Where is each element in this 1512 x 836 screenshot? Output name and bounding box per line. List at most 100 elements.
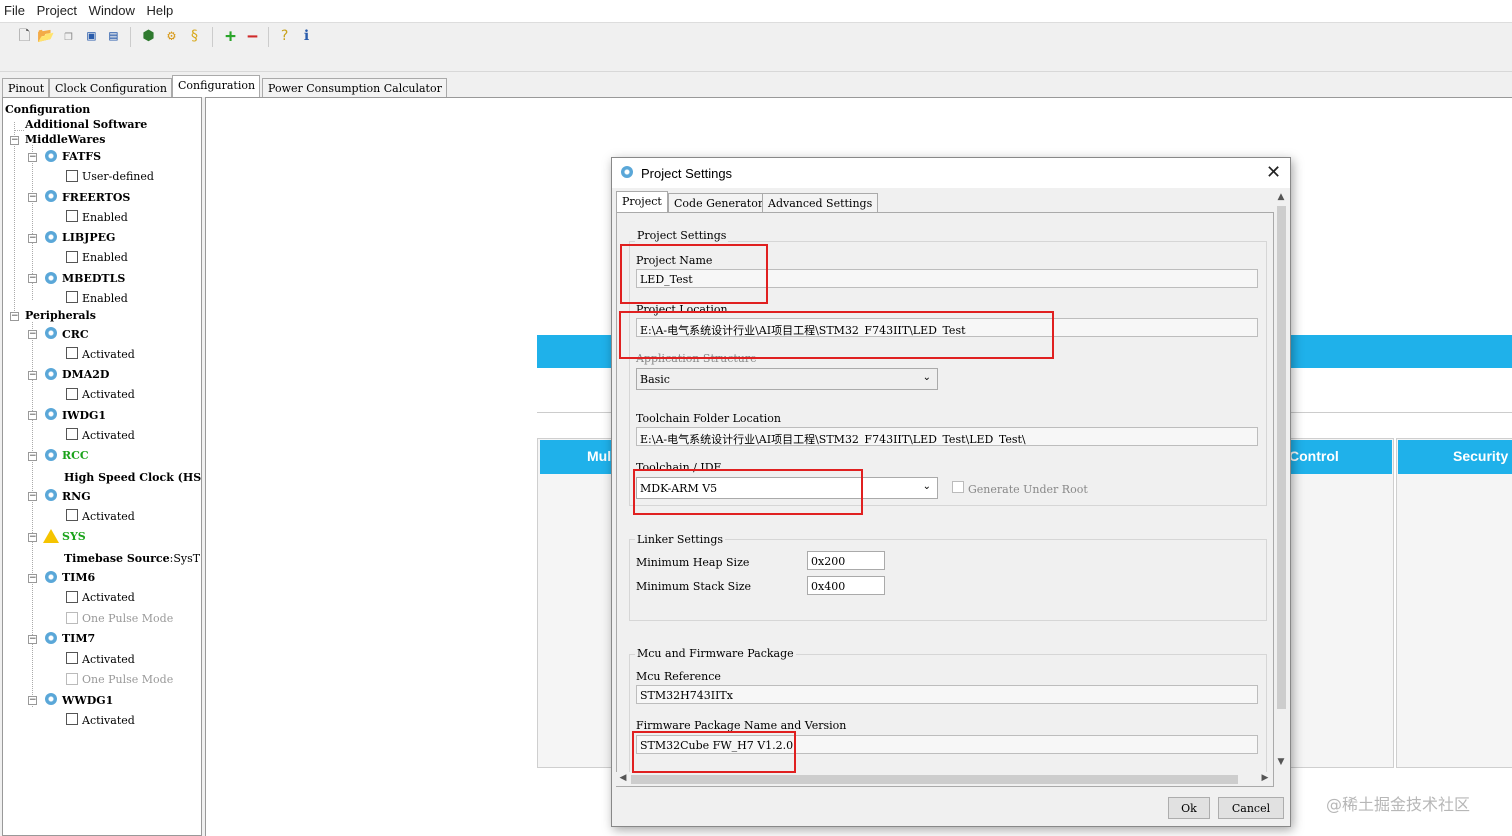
- tree-wwdg1[interactable]: WWDG1: [62, 694, 113, 708]
- generate-under-root-checkbox[interactable]: [952, 481, 964, 493]
- chevron-down-icon: ⌄: [922, 481, 931, 492]
- tree-rng[interactable]: RNG: [62, 490, 91, 504]
- collapse-iwdg1-icon[interactable]: −: [28, 411, 37, 420]
- tab-code-generator[interactable]: Code Generator: [668, 193, 770, 212]
- project-location-field[interactable]: E:\A-电气系统设计行业\AI项目工程\STM32_F743IIT\LED_T…: [636, 318, 1258, 337]
- cancel-button[interactable]: Cancel: [1218, 797, 1284, 819]
- collapse-freertos-icon[interactable]: −: [28, 193, 37, 202]
- tim6-one-pulse-checkbox[interactable]: [66, 612, 78, 624]
- firmware-package-field[interactable]: STM32Cube FW_H7 V1.2.0: [636, 735, 1258, 754]
- crc-checkbox[interactable]: [66, 347, 78, 359]
- application-structure-select[interactable]: Basic ⌄: [636, 368, 938, 390]
- tree-rcc[interactable]: RCC: [62, 449, 89, 463]
- scroll-right-icon[interactable]: ▶: [1258, 773, 1272, 783]
- gear-icon: [45, 231, 57, 243]
- tree-iwdg1[interactable]: IWDG1: [62, 409, 106, 423]
- toolchain-ide-value: MDK-ARM V5: [640, 482, 718, 495]
- copy-icon[interactable]: ❐: [60, 28, 77, 45]
- collapse-fatfs-icon[interactable]: −: [28, 153, 37, 162]
- tab-power-consumption-calculator[interactable]: Power Consumption Calculator: [262, 78, 447, 97]
- tree-mbedtls[interactable]: MBEDTLS: [62, 272, 125, 286]
- add-icon[interactable]: +: [222, 28, 239, 46]
- heap-size-field[interactable]: 0x200: [807, 551, 885, 570]
- toolchain-folder-field[interactable]: E:\A-电气系统设计行业\AI项目工程\STM32_F743IIT\LED_T…: [636, 427, 1258, 446]
- tree-fatfs[interactable]: FATFS: [62, 150, 101, 164]
- iwdg1-checkbox[interactable]: [66, 428, 78, 440]
- collapse-rcc-icon[interactable]: −: [28, 452, 37, 461]
- project-name-field[interactable]: LED_Test: [636, 269, 1258, 288]
- tab-configuration[interactable]: Configuration: [172, 75, 261, 97]
- tree-freertos[interactable]: FREERTOS: [62, 191, 130, 205]
- collapse-mbedtls-icon[interactable]: −: [28, 274, 37, 283]
- rng-option-label: Activated: [82, 510, 135, 523]
- collapse-dma2d-icon[interactable]: −: [28, 371, 37, 380]
- collapse-tim7-icon[interactable]: −: [28, 635, 37, 644]
- close-icon[interactable]: ✕: [1266, 162, 1281, 183]
- tree-crc[interactable]: CRC: [62, 328, 89, 342]
- scroll-left-icon[interactable]: ◀: [616, 773, 630, 783]
- collapse-libjpeg-icon[interactable]: −: [28, 234, 37, 243]
- collapse-rng-icon[interactable]: −: [28, 492, 37, 501]
- tab-pinout[interactable]: Pinout: [2, 78, 50, 97]
- save-icon[interactable]: ▣: [83, 28, 100, 45]
- horizontal-scrollbar[interactable]: ◀ ▶: [616, 772, 1272, 786]
- tim7-one-pulse-checkbox[interactable]: [66, 673, 78, 685]
- tree-dma2d[interactable]: DMA2D: [62, 368, 109, 382]
- tab-project[interactable]: Project: [616, 191, 668, 212]
- tree-additional-software[interactable]: Additional Software: [25, 118, 147, 132]
- tab-advanced-settings[interactable]: Advanced Settings: [762, 193, 879, 212]
- tree-tim7[interactable]: TIM7: [62, 632, 95, 646]
- collapse-sys-icon[interactable]: −: [28, 533, 37, 542]
- tree-tim6[interactable]: TIM6: [62, 571, 95, 585]
- wwdg1-option-label: Activated: [82, 714, 135, 727]
- mbedtls-checkbox[interactable]: [66, 291, 78, 303]
- mcu-reference-field[interactable]: STM32H743IITx: [636, 685, 1258, 704]
- tree-middlewares[interactable]: MiddleWares: [25, 133, 105, 147]
- ok-button[interactable]: Ok: [1168, 797, 1210, 819]
- heap-size-label: Minimum Heap Size: [636, 556, 750, 569]
- scroll-up-icon[interactable]: ▲: [1274, 192, 1288, 202]
- menu-file[interactable]: File: [0, 0, 29, 18]
- remove-icon[interactable]: −: [244, 28, 261, 46]
- tab-clock-configuration[interactable]: Clock Configuration: [49, 78, 172, 97]
- collapse-peripherals-icon[interactable]: −: [10, 312, 19, 321]
- generate-icon[interactable]: ⬢: [140, 28, 157, 45]
- vertical-scrollbar[interactable]: ▲ ▼: [1274, 192, 1288, 771]
- tree-sys[interactable]: SYS: [62, 530, 86, 544]
- collapse-crc-icon[interactable]: −: [28, 330, 37, 339]
- save-as-icon[interactable]: ▤: [105, 28, 122, 45]
- dma2d-checkbox[interactable]: [66, 388, 78, 400]
- toolchain-ide-select[interactable]: MDK-ARM V5 ⌄: [636, 477, 938, 499]
- toolchain-folder-label: Toolchain Folder Location: [636, 412, 781, 425]
- wwdg1-checkbox[interactable]: [66, 713, 78, 725]
- rng-checkbox[interactable]: [66, 509, 78, 521]
- install-icon[interactable]: ⚙: [163, 28, 180, 45]
- generate-under-root-label: Generate Under Root: [968, 483, 1088, 496]
- new-project-icon[interactable]: 🗋: [16, 28, 33, 45]
- horizontal-scroll-thumb[interactable]: [631, 775, 1238, 784]
- panel-control-header[interactable]: Control: [1289, 440, 1392, 474]
- tim7-activated-checkbox[interactable]: [66, 652, 78, 664]
- collapse-middlewares-icon[interactable]: −: [10, 136, 19, 145]
- help-icon[interactable]: ?: [276, 28, 293, 45]
- dma2d-option-label: Activated: [82, 388, 135, 401]
- panel-security-header[interactable]: Security: [1398, 440, 1512, 474]
- freertos-checkbox[interactable]: [66, 210, 78, 222]
- tree-peripherals[interactable]: Peripherals: [25, 309, 96, 323]
- tree-libjpeg[interactable]: LIBJPEG: [62, 231, 115, 245]
- menu-window[interactable]: Window: [85, 0, 139, 18]
- scroll-down-icon[interactable]: ▼: [1274, 757, 1288, 767]
- about-icon[interactable]: ℹ: [298, 28, 315, 45]
- fatfs-checkbox[interactable]: [66, 170, 78, 182]
- open-project-icon[interactable]: 📂: [37, 28, 54, 45]
- collapse-wwdg1-icon[interactable]: −: [28, 696, 37, 705]
- libjpeg-checkbox[interactable]: [66, 251, 78, 263]
- menu-help[interactable]: Help: [143, 0, 178, 18]
- collapse-tim6-icon[interactable]: −: [28, 574, 37, 583]
- menu-project[interactable]: Project: [33, 0, 81, 18]
- tim6-activated-checkbox[interactable]: [66, 591, 78, 603]
- vertical-scroll-thumb[interactable]: [1277, 206, 1286, 709]
- tree-root-configuration[interactable]: Configuration: [5, 103, 90, 117]
- report-icon[interactable]: §: [186, 28, 203, 45]
- stack-size-field[interactable]: 0x400: [807, 576, 885, 595]
